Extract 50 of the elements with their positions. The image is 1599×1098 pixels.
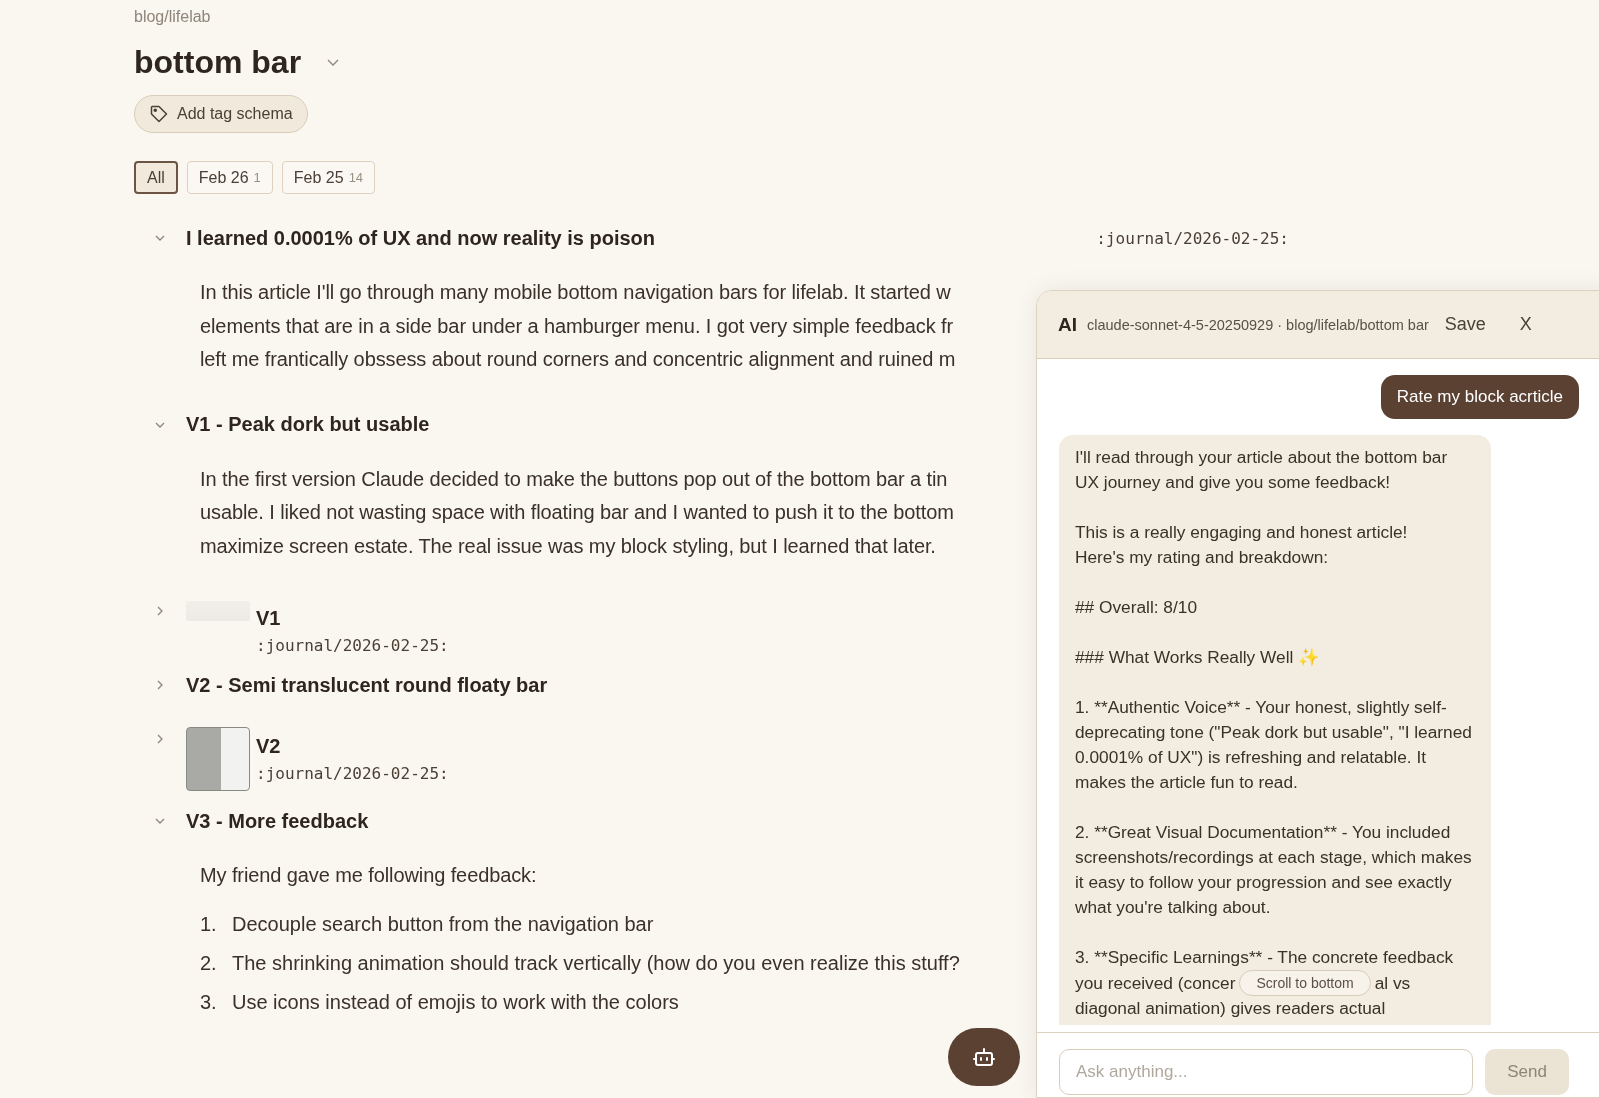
- chevron-down-icon[interactable]: [327, 58, 340, 67]
- breadcrumb[interactable]: blog/lifelab: [134, 8, 1599, 26]
- model-context-label: claude-sonnet-4-5-20250929 · blog/lifelab/bottom bar: [1087, 316, 1429, 333]
- list-number: 3.: [200, 989, 218, 1015]
- screenshot-thumbnail[interactable]: [186, 727, 250, 791]
- close-button[interactable]: X: [1513, 314, 1538, 335]
- paragraph-line: left me frantically obssess about round corners and concentric alignment and ruined m: [200, 347, 956, 372]
- list-item: The shrinking animation should track vertically (how do you even realize this stuff?: [232, 950, 960, 976]
- paragraph-line: My friend gave me following feedback:: [200, 863, 537, 888]
- scroll-to-bottom-button[interactable]: Scroll to bottom: [1239, 970, 1371, 996]
- robot-icon: [972, 1045, 996, 1069]
- message-line: al vs: [1374, 971, 1411, 995]
- message-paragraph: ### What Works Really Well ✨: [1075, 646, 1322, 669]
- user-message: Rate my block acrticle: [1380, 375, 1579, 419]
- section-heading: V1 - Peak dork but usable: [186, 413, 430, 436]
- ai-label: AI: [1058, 313, 1077, 336]
- filter-chip[interactable]: Feb 26 1: [186, 161, 273, 194]
- message-paragraph: ## Overall: 8/10: [1075, 596, 1198, 619]
- journal-reference[interactable]: :journal/2026-02-25:: [1096, 228, 1289, 248]
- paragraph-line: usable. I liked not wasting space with floating bar and I wanted to push it to the bottom: [200, 500, 954, 525]
- tag-icon: [149, 104, 169, 124]
- list-number: 2.: [200, 950, 218, 976]
- paragraph-line: In the first version Claude decided to make the buttons pop out of the bottom bar a tin: [200, 466, 948, 492]
- list-item: Use icons instead of emojis to work with the colors: [232, 989, 679, 1015]
- message-paragraph: 1. **Authentic Voice** - Your honest, slightly self-deprecating tone ("Peak dork but usable", "I learned 0.0001% of UX") is refreshing and relatable. It makes the article fun to read.: [1075, 696, 1473, 794]
- add-tag-schema-button[interactable]: Add tag schema: [134, 95, 308, 133]
- paragraph-line: In this article I'll go through many mobile bottom navigation bars for lifelab. It started w: [200, 280, 951, 305]
- journal-reference[interactable]: :journal/2026-02-25:: [256, 636, 449, 655]
- image-label: V2: [256, 735, 282, 758]
- list-item: Decouple search button from the navigation bar: [232, 911, 654, 937]
- filter-chip[interactable]: All: [134, 161, 178, 194]
- message-line: you received (concer: [1075, 971, 1236, 995]
- list-number: 1.: [200, 911, 218, 937]
- paragraph-line: maximize screen estate. The real issue was my block styling, but I learned that later.: [200, 533, 936, 559]
- section-heading: I learned 0.0001% of UX and now reality is poison: [186, 226, 656, 250]
- ai-assistant-button[interactable]: [948, 1028, 1020, 1086]
- message-line: 3. **Specific Learnings** - The concrete feedback: [1075, 946, 1454, 969]
- filter-chip[interactable]: Feb 25 14: [281, 161, 376, 194]
- ask-input-field[interactable]: Ask anything...: [1059, 1049, 1473, 1095]
- page-title: bottom bar: [134, 44, 302, 81]
- section-heading: V2 - Semi translucent round floaty bar: [186, 673, 548, 697]
- save-button[interactable]: Save: [1438, 314, 1492, 335]
- image-label: V1: [256, 607, 282, 630]
- message-paragraph: I'll read through your article about the bottom bar UX journey and give you some feedback!: [1075, 446, 1449, 494]
- section-heading: V3 - More feedback: [186, 809, 369, 833]
- message-paragraph: This is a really engaging and honest article! Here's my rating and breakdown:: [1075, 521, 1409, 569]
- paragraph-line: elements that are in a side bar under a hamburger menu. I got very simple feedback fr: [200, 313, 953, 339]
- message-line: diagonal animation) gives readers actual: [1075, 997, 1386, 1020]
- journal-reference[interactable]: :journal/2026-02-25:: [256, 764, 449, 783]
- message-paragraph: 2. **Great Visual Documentation** - You included screenshots/recordings at each stage, which makes it easy to follow your progression and see exactly what you're talking about.: [1075, 821, 1473, 919]
